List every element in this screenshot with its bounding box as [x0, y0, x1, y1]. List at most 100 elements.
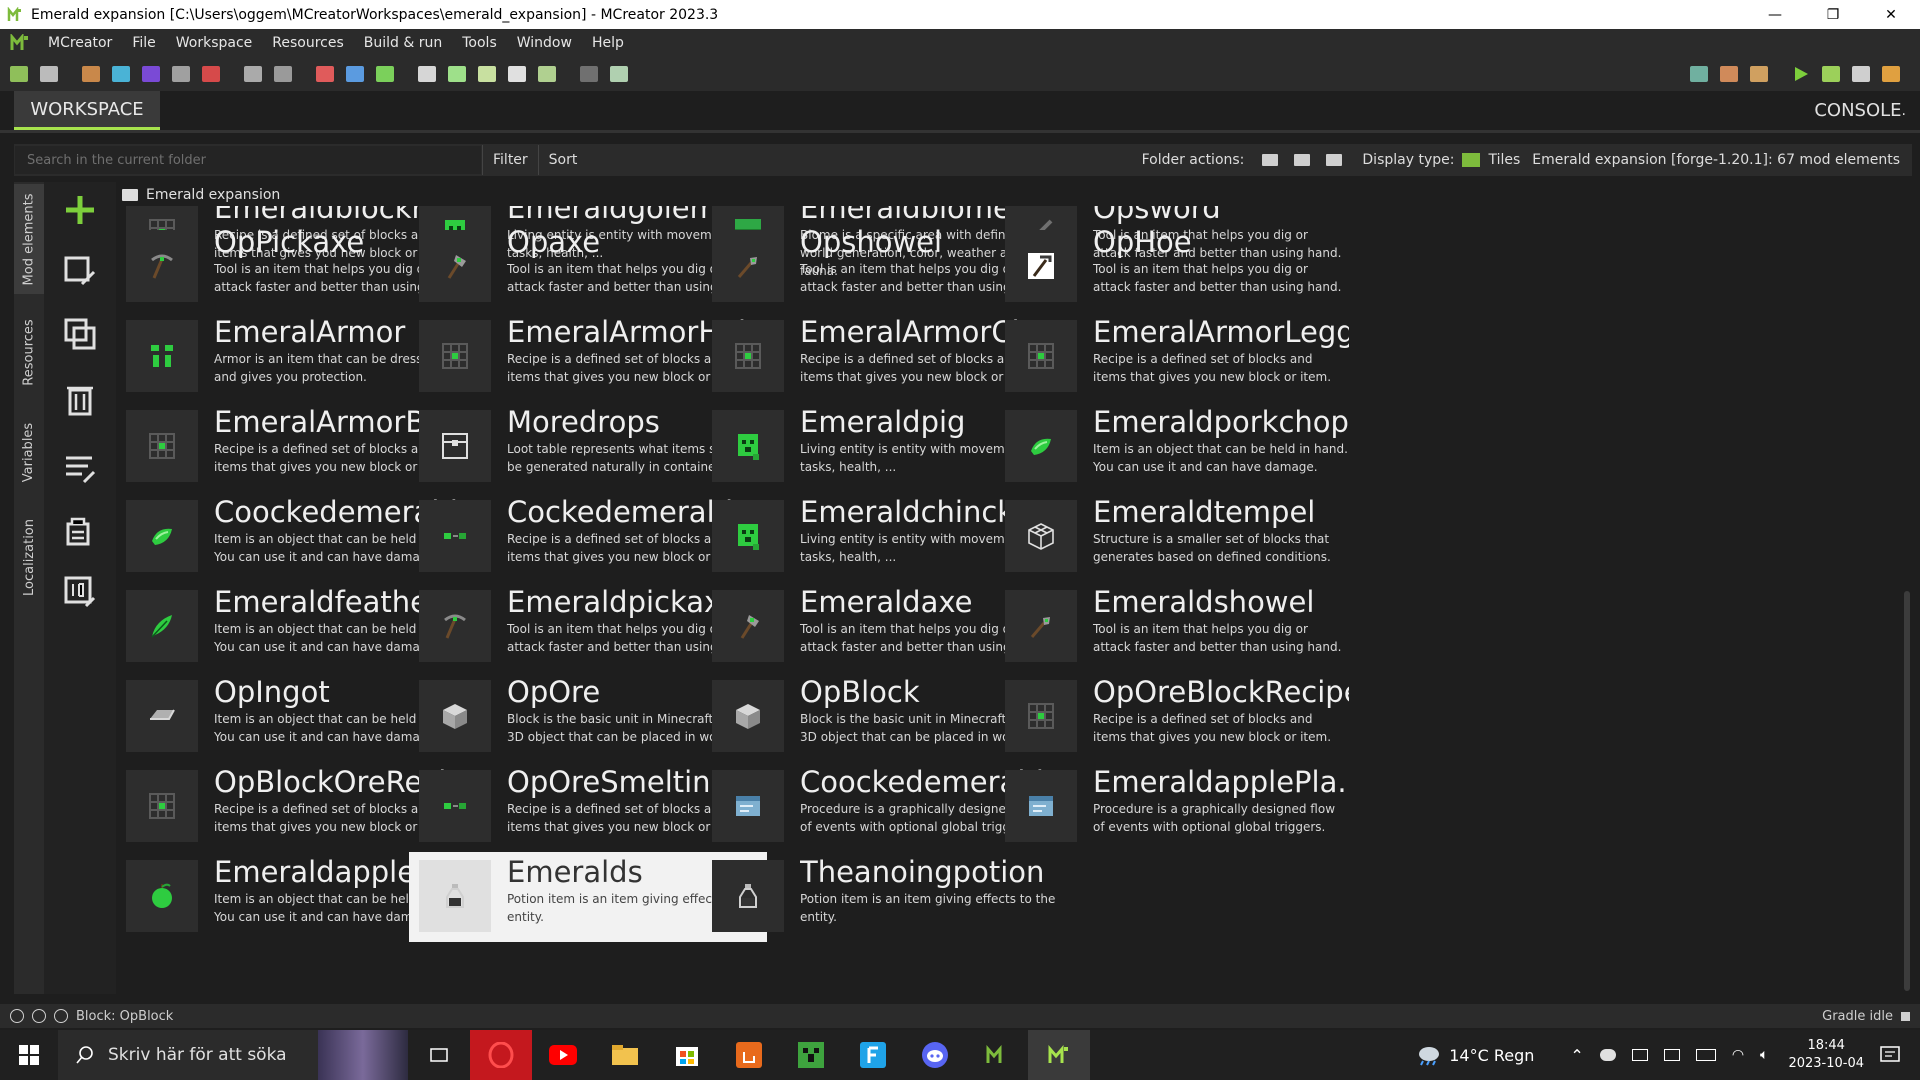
hammer-icon[interactable] — [1720, 66, 1738, 82]
side-tab-localization[interactable]: Localization — [14, 502, 44, 612]
opera-icon[interactable] — [470, 1030, 532, 1080]
side-tab-mod-elements[interactable]: Mod elements — [14, 184, 44, 294]
tool-two-icon[interactable] — [448, 66, 466, 82]
delete-folder-icon[interactable] — [1326, 154, 1343, 166]
chevron-up-icon[interactable]: ⌃ — [1570, 1046, 1583, 1065]
mod-element-card[interactable]: OpOreBlockRecipe Recipe is a defined set … — [999, 674, 1349, 760]
folder-open-icon[interactable] — [1690, 66, 1708, 82]
cloud-icon[interactable] — [32, 1009, 46, 1023]
link-icon[interactable] — [610, 66, 628, 82]
menu-help[interactable]: Help — [582, 35, 634, 51]
minimize-button[interactable]: — — [1746, 0, 1804, 29]
export-mod-icon[interactable] — [1882, 66, 1900, 82]
menu-workspace[interactable]: Workspace — [166, 35, 263, 51]
rename-folder-icon[interactable] — [1294, 154, 1311, 166]
file-explorer-icon[interactable] — [594, 1030, 656, 1080]
grid-scrollbar-thumb[interactable] — [1904, 591, 1910, 991]
filter-button[interactable]: Filter — [482, 145, 538, 175]
lock-code-icon[interactable] — [62, 512, 98, 548]
new-folder-icon[interactable] — [1262, 154, 1279, 166]
discord-icon[interactable] — [904, 1030, 966, 1080]
menu-tools[interactable]: Tools — [452, 35, 507, 51]
device-icon[interactable] — [1631, 1049, 1648, 1061]
app-blue-f-icon[interactable] — [842, 1030, 904, 1080]
side-tab-variables[interactable]: Variables — [14, 407, 44, 497]
edit-code-icon[interactable] — [62, 450, 98, 486]
onedrive-icon[interactable] — [1599, 1049, 1616, 1061]
gradle-stop-icon[interactable] — [1901, 1011, 1910, 1021]
grid-blue-icon[interactable] — [346, 66, 364, 82]
minecraft-icon[interactable] — [780, 1030, 842, 1080]
notifications-icon[interactable] — [1880, 1046, 1900, 1064]
mod-element-card[interactable]: Emeraldporkchop Item is an object that ca… — [999, 404, 1349, 490]
side-tab-resources[interactable]: Resources — [14, 302, 44, 402]
breadcrumb[interactable]: Emerald expansion — [120, 184, 280, 206]
run-server-icon[interactable] — [1822, 66, 1840, 82]
grid-scrollbar[interactable] — [1902, 206, 1912, 994]
duplicate-element-icon[interactable] — [62, 316, 98, 352]
settings-gear-icon[interactable] — [54, 1009, 68, 1023]
mod-element-card[interactable]: EmeralArmorLegg...Recipe is a defined se… — [999, 314, 1349, 400]
store-icon[interactable] — [656, 1030, 718, 1080]
taskbar-search[interactable]: Skriv här för att söka — [58, 1030, 408, 1080]
animation-icon[interactable] — [202, 66, 220, 82]
info-icon[interactable] — [10, 1009, 24, 1023]
close-button[interactable]: ✕ — [1862, 0, 1920, 29]
display-type-value[interactable]: Tiles — [1488, 152, 1520, 168]
mod-element-card[interactable]: Emeraldshowel Tool is an item that helps … — [999, 584, 1349, 670]
mod-element-card[interactable]: EmeraldapplePla... Procedure is a graphic… — [999, 764, 1349, 850]
screen-icon[interactable] — [1663, 1049, 1680, 1061]
tiles-icon[interactable] — [1462, 153, 1481, 167]
tab-workspace[interactable]: WORKSPACE — [14, 91, 160, 130]
recipe-icon — [419, 320, 491, 392]
tool-three-icon[interactable] — [478, 66, 496, 82]
menu-build-run[interactable]: Build & run — [354, 35, 452, 51]
palette-icon[interactable] — [316, 66, 334, 82]
mcreator-active-icon[interactable] — [1028, 1030, 1090, 1080]
stop-icon[interactable] — [1852, 66, 1870, 82]
weather-widget[interactable]: 14°C Regn — [1415, 1044, 1534, 1066]
export-icon[interactable] — [40, 66, 58, 82]
tool-four-icon[interactable] — [508, 66, 526, 82]
battery-icon[interactable] — [1695, 1049, 1716, 1061]
mod-element-card[interactable]: OpHoe Tool is an item that helps you dig … — [999, 224, 1349, 310]
sort-button[interactable]: Sort — [537, 145, 588, 175]
model-icon[interactable] — [172, 66, 190, 82]
menu-file[interactable]: File — [122, 35, 165, 51]
menu-resources[interactable]: Resources — [262, 35, 354, 51]
volume-icon[interactable]: 🔈︎ — [1760, 1047, 1768, 1063]
texture-icon[interactable] — [112, 66, 130, 82]
mcreator-taskbar-icon[interactable] — [966, 1030, 1028, 1080]
search-input[interactable] — [14, 145, 482, 175]
delete-element-icon[interactable] — [62, 382, 98, 418]
youtube-icon[interactable] — [532, 1030, 594, 1080]
task-view-icon[interactable] — [408, 1030, 470, 1080]
image-maker-icon[interactable] — [82, 66, 100, 82]
tab-console[interactable]: CONSOLE. — [1814, 91, 1906, 130]
mod-element-name: EmeraldapplePla... — [1093, 765, 1349, 799]
system-tray: 14°C Regn ⌃ ◠ 🔈︎ 18:44 2023-10-04 — [1415, 1030, 1920, 1080]
sound-icon[interactable] — [142, 66, 160, 82]
menu-mcreator[interactable]: MCreator — [38, 35, 122, 51]
app-orange-icon[interactable] — [718, 1030, 780, 1080]
mod-element-card[interactable]: Theanoingpotion Potion item is an item gi… — [706, 854, 1056, 940]
start-button[interactable] — [0, 1030, 58, 1080]
grid-green-icon[interactable] — [376, 66, 394, 82]
build-icon[interactable] — [1750, 66, 1768, 82]
console-icon[interactable] — [580, 66, 598, 82]
run-client-icon[interactable] — [1792, 66, 1810, 82]
id-edit-icon[interactable] — [62, 574, 98, 610]
maximize-button[interactable]: ❐ — [1804, 0, 1862, 29]
clock[interactable]: 18:44 2023-10-04 — [1788, 1037, 1864, 1073]
add-element-icon[interactable] — [62, 192, 98, 228]
tool-five-icon[interactable] — [538, 66, 556, 82]
save-icon[interactable] — [274, 66, 292, 82]
menu-window[interactable]: Window — [507, 35, 582, 51]
gradle-status: Gradle idle — [1822, 1008, 1893, 1024]
structure-import-icon[interactable] — [244, 66, 262, 82]
mod-element-card[interactable]: Emeraldtempel Structure is a smaller set … — [999, 494, 1349, 580]
workspace-settings-icon[interactable] — [10, 66, 28, 82]
tool-one-icon[interactable] — [418, 66, 436, 82]
edit-element-icon[interactable] — [62, 254, 98, 290]
wifi-icon[interactable]: ◠ — [1732, 1047, 1744, 1063]
